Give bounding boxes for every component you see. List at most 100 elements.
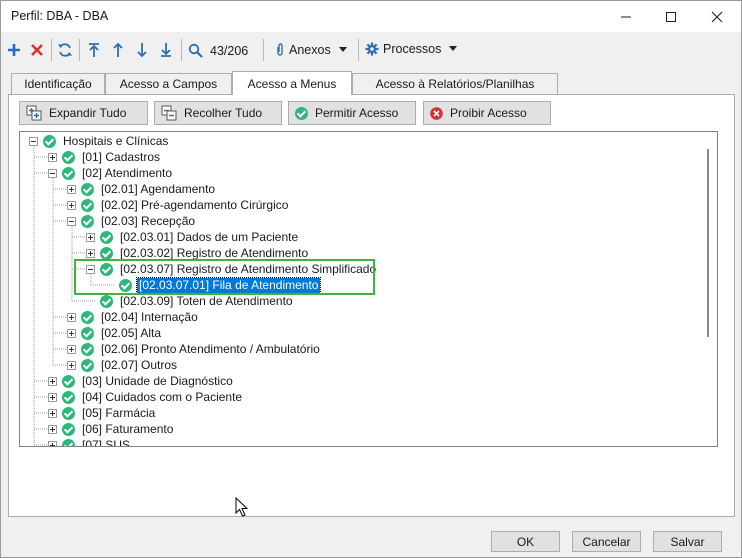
tab-acesso-menus[interactable]: Acesso a Menus <box>232 71 352 95</box>
anexos-menu-button[interactable]: Anexos <box>275 42 347 57</box>
tree-node[interactable]: [02] Atendimento <box>48 165 174 181</box>
check-icon[interactable] <box>81 342 94 356</box>
delete-icon <box>31 44 43 56</box>
check-icon[interactable] <box>62 422 75 436</box>
expand-icon[interactable] <box>48 424 57 434</box>
tab-identificacao[interactable]: Identificação <box>11 73 105 94</box>
tree-node-label: [02.03.09] Toten de Atendimento <box>120 293 293 308</box>
check-icon[interactable] <box>81 310 94 324</box>
check-icon[interactable] <box>100 246 113 260</box>
expand-icon[interactable] <box>48 152 57 162</box>
expand-icon[interactable] <box>48 408 57 418</box>
title-bar: Perfil: DBA - DBA <box>1 1 741 32</box>
deny-access-button[interactable]: Proibir Acesso <box>423 101 551 125</box>
tree-node[interactable]: [07] SUS <box>48 437 132 447</box>
check-icon[interactable] <box>81 326 94 340</box>
search-button[interactable] <box>186 39 204 61</box>
check-icon[interactable] <box>62 390 75 404</box>
previous-icon <box>113 42 123 57</box>
cancel-label: Cancelar <box>582 534 631 549</box>
tree-node[interactable]: [02.03] Recepção <box>67 213 197 229</box>
last-icon <box>161 43 171 57</box>
expand-icon[interactable] <box>48 376 57 386</box>
tree-node-label: [02.02] Pré-agendamento Cirúrgico <box>101 197 289 212</box>
expand-icon[interactable] <box>67 344 76 354</box>
refresh-button[interactable] <box>56 39 74 61</box>
next-record-button[interactable] <box>133 39 151 61</box>
tree-node[interactable]: [02.06] Pronto Atendimento / Ambulatório <box>67 341 322 357</box>
expand-all-button[interactable]: Expandir Tudo <box>19 101 148 125</box>
ok-button[interactable]: OK <box>491 531 560 552</box>
allow-access-button[interactable]: Permitir Acesso <box>288 101 416 125</box>
tree-node[interactable]: [02.03.09] Toten de Atendimento <box>86 293 295 309</box>
toolbar-separator <box>181 39 182 61</box>
maximize-icon <box>666 11 676 22</box>
collapse-icon[interactable] <box>67 216 76 226</box>
last-record-button[interactable] <box>157 39 175 61</box>
processos-menu-button[interactable]: Processos <box>365 42 458 56</box>
tree-node[interactable]: [01] Cadastros <box>48 149 162 165</box>
cancel-button[interactable]: Cancelar <box>572 531 641 552</box>
chevron-down-icon <box>338 46 347 52</box>
expand-icon[interactable] <box>67 328 76 338</box>
processos-label: Processos <box>383 42 442 56</box>
expand-icon[interactable] <box>86 248 95 258</box>
check-icon[interactable] <box>81 358 94 372</box>
add-icon <box>8 44 20 56</box>
check-icon[interactable] <box>100 230 113 244</box>
collapse-icon[interactable] <box>29 136 38 146</box>
tree-node[interactable]: [06] Faturamento <box>48 421 175 437</box>
tree-node[interactable]: [02.03.01] Dados de um Paciente <box>86 229 300 245</box>
toolbar: 43/206 Anexos Processos <box>1 33 741 67</box>
check-icon[interactable] <box>62 374 75 388</box>
allow-access-label: Permitir Acesso <box>315 106 399 120</box>
tab-acesso-campos[interactable]: Acesso a Campos <box>105 73 232 94</box>
tree-node-label: [07] SUS <box>82 437 131 447</box>
tree-node[interactable]: [02.05] Alta <box>67 325 163 341</box>
tree-node[interactable]: [02.07] Outros <box>67 357 179 373</box>
anexos-label: Anexos <box>289 42 331 57</box>
check-icon[interactable] <box>62 406 75 420</box>
tree-node-label: [02.01] Agendamento <box>101 181 216 196</box>
previous-record-button[interactable] <box>109 39 127 61</box>
check-icon[interactable] <box>81 198 94 212</box>
add-button[interactable] <box>5 39 23 61</box>
check-icon[interactable] <box>43 134 56 148</box>
check-icon[interactable] <box>62 166 75 180</box>
save-button[interactable]: Salvar <box>653 531 722 552</box>
check-icon[interactable] <box>81 214 94 228</box>
collapse-all-button[interactable]: Recolher Tudo <box>154 101 282 125</box>
tree-node[interactable]: Hospitais e Clínicas <box>29 133 170 149</box>
minimize-button[interactable] <box>603 1 649 32</box>
check-icon[interactable] <box>81 182 94 196</box>
tab-acesso-relatorios[interactable]: Acesso à Relatórios/Planilhas <box>352 73 558 94</box>
check-icon[interactable] <box>62 438 75 446</box>
highlight-box <box>74 259 375 295</box>
tree-node[interactable]: [03] Unidade de Diagnóstico <box>48 373 235 389</box>
expand-icon[interactable] <box>67 184 76 194</box>
tree-node[interactable]: [02.04] Internação <box>67 309 200 325</box>
expand-all-label: Expandir Tudo <box>49 106 127 120</box>
tree-node[interactable]: [05] Farmácia <box>48 405 157 421</box>
expand-icon[interactable] <box>48 392 57 402</box>
gear-icon <box>365 42 379 56</box>
tree-node-label: [02.05] Alta <box>101 325 162 340</box>
check-icon[interactable] <box>62 150 75 164</box>
tree-node[interactable]: [04] Cuidados com o Paciente <box>48 389 244 405</box>
collapse-icon[interactable] <box>48 168 57 178</box>
tree-scrollbar[interactable] <box>707 149 709 337</box>
expand-icon[interactable] <box>86 232 95 242</box>
tree-node-label: [01] Cadastros <box>82 149 161 164</box>
expand-icon[interactable] <box>67 312 76 322</box>
expand-icon[interactable] <box>67 200 76 210</box>
check-icon[interactable] <box>100 294 113 308</box>
tree-node[interactable]: [02.01] Agendamento <box>67 181 217 197</box>
tree-node-label: [02.04] Internação <box>101 309 198 324</box>
close-button[interactable] <box>694 1 740 32</box>
tree-node[interactable]: [02.02] Pré-agendamento Cirúrgico <box>67 197 290 213</box>
expand-icon[interactable] <box>48 440 57 446</box>
delete-button[interactable] <box>28 39 46 61</box>
first-record-button[interactable] <box>85 39 103 61</box>
expand-icon[interactable] <box>67 360 76 370</box>
maximize-button[interactable] <box>648 1 694 32</box>
